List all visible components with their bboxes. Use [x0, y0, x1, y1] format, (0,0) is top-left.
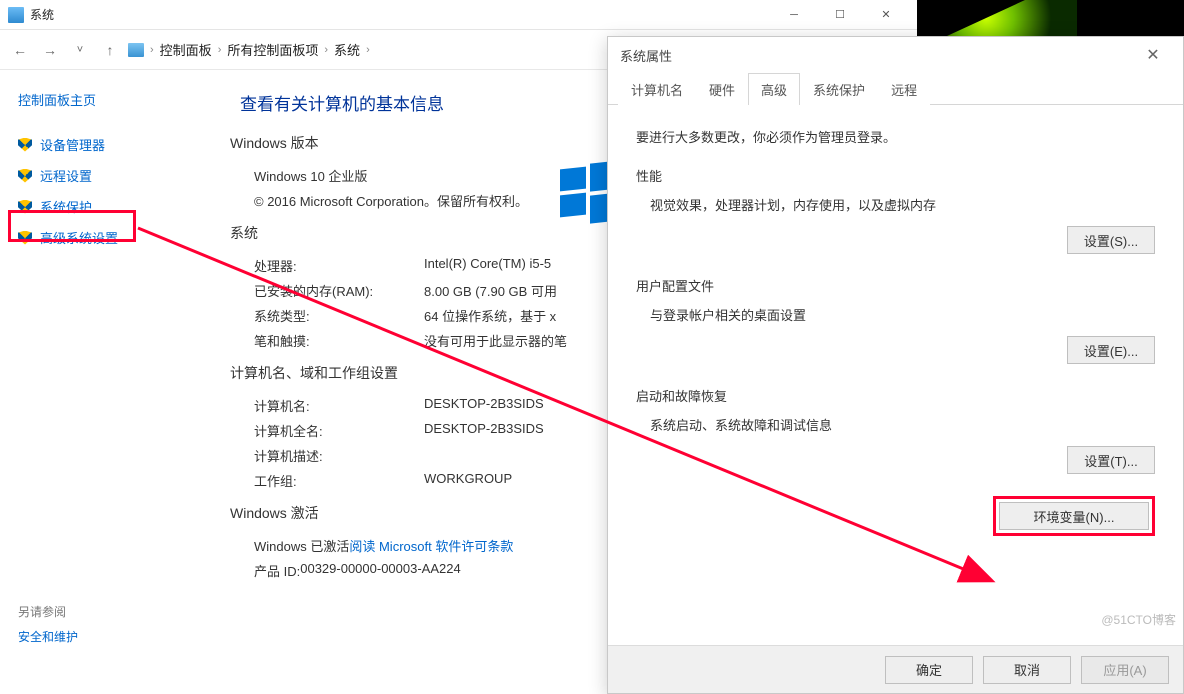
highlight-environment-variables: 环境变量(N)...	[993, 496, 1155, 536]
ram-key: 已安装的内存(RAM):	[254, 281, 424, 300]
tab-computer-name[interactable]: 计算机名	[618, 73, 696, 105]
window-title: 系统	[30, 6, 771, 23]
dialog-footer: 确定 取消 应用(A)	[608, 645, 1183, 693]
copyright-text: © 2016 Microsoft Corporation。保留所有权利。	[254, 191, 528, 210]
breadcrumb[interactable]: › 控制面板 › 所有控制面板项 › 系统 ›	[128, 40, 370, 59]
cancel-button[interactable]: 取消	[983, 656, 1071, 684]
maximize-button[interactable]: ☐	[817, 0, 863, 30]
tab-hardware[interactable]: 硬件	[696, 73, 748, 105]
crumb-cp[interactable]: 控制面板	[160, 40, 212, 59]
pen-value: 没有可用于此显示器的笔	[424, 331, 567, 350]
user-profile-settings-button[interactable]: 设置(E)...	[1067, 336, 1155, 364]
watermark-text: @51CTO博客	[1101, 611, 1176, 628]
sidebar-item-remote[interactable]: 远程设置	[18, 160, 212, 191]
product-id-value: 00329-00000-00003-AA224	[300, 561, 460, 580]
sidebar-home[interactable]: 控制面板主页	[18, 90, 212, 109]
full-name-key: 计算机全名:	[254, 421, 424, 440]
ram-value: 8.00 GB (7.90 GB 可用	[424, 281, 557, 300]
type-value: 64 位操作系统，基于 x	[424, 306, 556, 325]
type-key: 系统类型:	[254, 306, 424, 325]
startup-recovery-title: 启动和故障恢复	[636, 386, 1155, 405]
titlebar: 系统 ─ ☐ ✕	[0, 0, 917, 30]
close-icon[interactable]: ✕	[1135, 45, 1171, 65]
up-button[interactable]: ↑	[98, 38, 122, 62]
back-button[interactable]: ←	[8, 38, 32, 62]
security-and-maintenance-link[interactable]: 安全和维护	[18, 628, 212, 645]
group-user-profile: 用户配置文件 与登录帐户相关的桌面设置 设置(E)...	[636, 276, 1155, 364]
dialog-tabs: 计算机名 硬件 高级 系统保护 远程	[608, 73, 1183, 105]
background-artifact	[917, 0, 1184, 36]
highlight-advanced-settings	[8, 210, 136, 242]
startup-recovery-settings-button[interactable]: 设置(T)...	[1067, 446, 1155, 474]
sidebar-item-label: 远程设置	[40, 166, 92, 185]
user-profile-title: 用户配置文件	[636, 276, 1155, 295]
performance-settings-button[interactable]: 设置(S)...	[1067, 226, 1155, 254]
sidebar: 控制面板主页 设备管理器 远程设置 系统保护 高级系统设置 另请参阅 安全和维护	[0, 70, 230, 694]
chevron-right-icon: ›	[218, 44, 222, 56]
chevron-right-icon: ›	[366, 44, 370, 56]
system-icon	[8, 7, 24, 23]
tab-remote[interactable]: 远程	[878, 73, 930, 105]
forward-button[interactable]: →	[38, 38, 62, 62]
description-key: 计算机描述:	[254, 446, 424, 465]
crumb-all[interactable]: 所有控制面板项	[227, 40, 318, 59]
shield-icon	[18, 138, 32, 152]
cpu-value: Intel(R) Core(TM) i5-5	[424, 256, 551, 275]
computer-name-value: DESKTOP-2B3SIDS	[424, 396, 544, 415]
computer-name-key: 计算机名:	[254, 396, 424, 415]
dialog-titlebar: 系统属性 ✕	[608, 37, 1183, 73]
cpu-key: 处理器:	[254, 256, 424, 275]
ok-button[interactable]: 确定	[885, 656, 973, 684]
tab-advanced[interactable]: 高级	[748, 73, 800, 105]
crumb-sys[interactable]: 系统	[334, 40, 360, 59]
minimize-button[interactable]: ─	[771, 0, 817, 30]
pen-key: 笔和触摸:	[254, 331, 424, 350]
apply-button[interactable]: 应用(A)	[1081, 656, 1169, 684]
group-startup-recovery: 启动和故障恢复 系统启动、系统故障和调试信息 设置(T)...	[636, 386, 1155, 474]
system-properties-dialog: 系统属性 ✕ 计算机名 硬件 高级 系统保护 远程 要进行大多数更改，你必须作为…	[607, 36, 1184, 694]
dialog-intro: 要进行大多数更改，你必须作为管理员登录。	[636, 127, 1155, 146]
chevron-right-icon: ›	[150, 44, 154, 56]
sidebar-item-device-manager[interactable]: 设备管理器	[18, 129, 212, 160]
sidebar-item-label: 设备管理器	[40, 135, 105, 154]
pc-icon	[128, 43, 144, 57]
group-performance: 性能 视觉效果，处理器计划，内存使用，以及虚拟内存 设置(S)...	[636, 166, 1155, 254]
performance-desc: 视觉效果，处理器计划，内存使用，以及虚拟内存	[650, 195, 1155, 214]
license-link[interactable]: 阅读 Microsoft 软件许可条款	[349, 536, 513, 555]
tab-system-protection[interactable]: 系统保护	[800, 73, 878, 105]
full-name-value: DESKTOP-2B3SIDS	[424, 421, 544, 440]
recent-button[interactable]: ˅	[68, 38, 92, 62]
shield-icon	[18, 169, 32, 183]
product-id-key: 产品 ID:	[254, 561, 300, 580]
performance-title: 性能	[636, 166, 1155, 185]
startup-recovery-desc: 系统启动、系统故障和调试信息	[650, 415, 1155, 434]
activated-text: Windows 已激活	[254, 536, 349, 555]
chevron-right-icon: ›	[324, 44, 328, 56]
workgroup-key: 工作组:	[254, 471, 424, 490]
dialog-body: 要进行大多数更改，你必须作为管理员登录。 性能 视觉效果，处理器计划，内存使用，…	[608, 105, 1183, 546]
close-button[interactable]: ✕	[863, 0, 909, 30]
edition-value: Windows 10 企业版	[254, 166, 367, 185]
user-profile-desc: 与登录帐户相关的桌面设置	[650, 305, 1155, 324]
environment-variables-button[interactable]: 环境变量(N)...	[999, 502, 1149, 530]
see-also-label: 另请参阅	[18, 603, 212, 620]
workgroup-value: WORKGROUP	[424, 471, 512, 490]
dialog-title: 系统属性	[620, 46, 672, 65]
